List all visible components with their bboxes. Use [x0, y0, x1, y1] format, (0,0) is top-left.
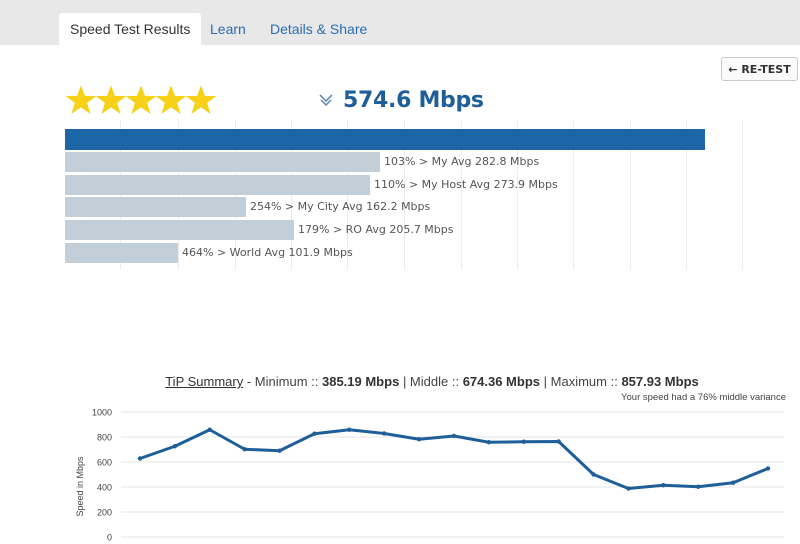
data-point — [312, 431, 317, 436]
data-point — [626, 486, 631, 491]
y-tick-label: 400 — [97, 483, 112, 493]
data-point — [137, 456, 143, 461]
data-point — [277, 448, 282, 453]
data-point — [382, 431, 387, 436]
y-tick-label: 0 — [107, 533, 112, 543]
data-point — [347, 427, 352, 432]
data-point — [172, 444, 178, 449]
data-point — [730, 480, 736, 485]
speed-series-line — [139, 428, 769, 490]
data-point — [661, 483, 666, 488]
data-point — [207, 427, 212, 432]
data-point — [451, 433, 457, 439]
data-point — [486, 440, 492, 445]
y-tick-label: 600 — [97, 458, 112, 468]
data-point — [556, 439, 561, 444]
data-point — [521, 439, 526, 444]
data-point — [591, 472, 596, 477]
data-point — [696, 484, 701, 489]
y-tick-label: 800 — [97, 433, 112, 443]
data-point — [416, 437, 422, 442]
y-axis-label: Speed in Mbps — [75, 456, 85, 517]
speed-line-chart: 1000 800 600 400 200 0 Speed in Mbps — [75, 408, 784, 543]
data-point — [242, 447, 247, 452]
y-tick-label: 200 — [97, 508, 112, 518]
y-tick-label: 1000 — [92, 408, 112, 418]
data-point — [765, 466, 771, 471]
